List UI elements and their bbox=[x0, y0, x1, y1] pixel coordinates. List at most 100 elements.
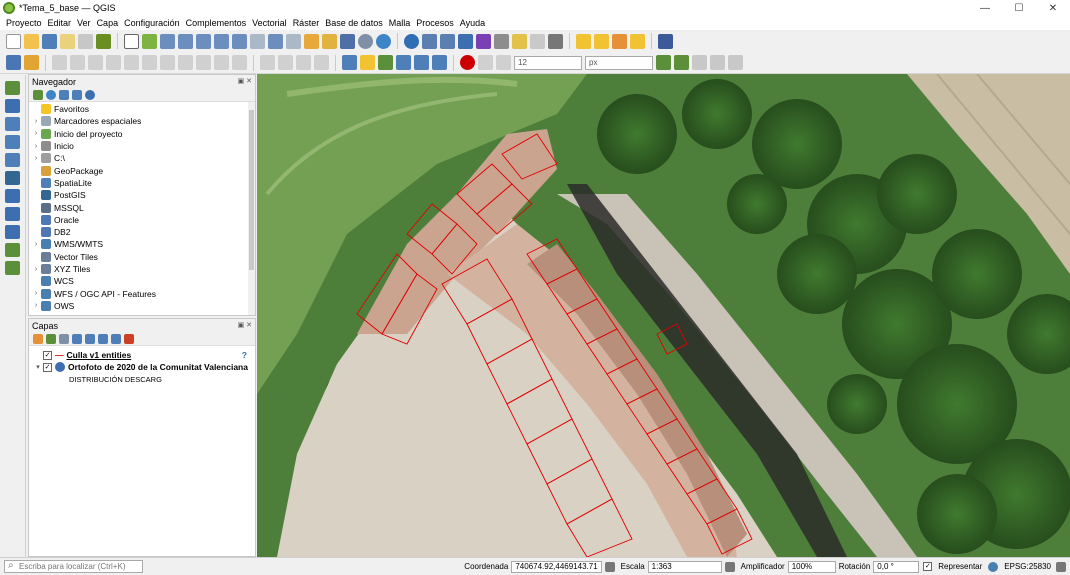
self-snap-icon[interactable] bbox=[710, 55, 725, 70]
collapse-all-icon[interactable] bbox=[72, 89, 82, 100]
save-edits-icon[interactable] bbox=[88, 55, 103, 70]
layer-visibility-checkbox[interactable]: ✓ bbox=[43, 350, 52, 360]
deselect-icon[interactable] bbox=[612, 33, 627, 49]
expand-all-icon[interactable] bbox=[98, 333, 108, 344]
new-project-icon[interactable] bbox=[6, 33, 21, 49]
edit-pencil-icon[interactable] bbox=[52, 55, 67, 70]
add-wms-icon[interactable] bbox=[5, 189, 20, 203]
scale-field[interactable]: 1:363 bbox=[647, 560, 722, 573]
expand-chevron-icon[interactable]: › bbox=[31, 143, 41, 150]
processing-toolbox-icon[interactable] bbox=[458, 33, 473, 49]
layer-visibility-checkbox[interactable]: ✓ bbox=[43, 362, 52, 372]
statistical-summary-icon[interactable] bbox=[476, 33, 491, 49]
filter-expression-icon[interactable] bbox=[85, 333, 95, 344]
browser-item[interactable]: WCS bbox=[31, 275, 255, 287]
menu-configuracion[interactable]: Configuración bbox=[121, 18, 183, 28]
layer-row[interactable]: ▾ ✓ Ortofoto de 2020 de la Comunitat Val… bbox=[29, 361, 255, 373]
filter-legend-icon[interactable] bbox=[72, 333, 82, 344]
layer-name[interactable]: Culla v1 entities bbox=[67, 350, 132, 360]
field-calculator-icon[interactable] bbox=[440, 33, 455, 49]
help-icon[interactable] bbox=[658, 33, 673, 49]
toggle-editing-icon[interactable] bbox=[70, 55, 85, 70]
remove-layer-icon[interactable] bbox=[124, 333, 134, 344]
menu-ayuda[interactable]: Ayuda bbox=[457, 18, 488, 28]
layer-row[interactable]: ✓ — Culla v1 entities ? bbox=[29, 349, 255, 361]
zoom-selection-icon[interactable] bbox=[214, 33, 229, 49]
browser-item[interactable]: › Inicio del proyecto bbox=[31, 128, 255, 140]
zoom-next-icon[interactable] bbox=[286, 33, 301, 49]
label-rotate-icon[interactable] bbox=[396, 55, 411, 70]
browser-item[interactable]: GeoPackage bbox=[31, 164, 255, 176]
topology-icon[interactable] bbox=[674, 55, 689, 70]
layer-name[interactable]: Ortofoto de 2020 de la Comunitat Valenci… bbox=[68, 362, 248, 372]
browser-item[interactable]: PostGIS bbox=[31, 189, 255, 201]
menu-procesos[interactable]: Procesos bbox=[413, 18, 457, 28]
menu-ver[interactable]: Ver bbox=[74, 18, 94, 28]
new-shapefile-icon[interactable] bbox=[5, 261, 20, 275]
data-source-manager-icon[interactable] bbox=[6, 55, 21, 70]
map-tips-icon[interactable] bbox=[512, 33, 527, 49]
browser-item[interactable]: › OWS bbox=[31, 300, 255, 312]
open-project-icon[interactable] bbox=[24, 33, 39, 49]
zoom-native-icon[interactable] bbox=[250, 33, 265, 49]
collapse-chevron-icon[interactable]: ▾ bbox=[33, 363, 43, 371]
add-selected-layers-icon[interactable] bbox=[33, 89, 43, 100]
browser-item[interactable]: DB2 bbox=[31, 226, 255, 238]
digitize-circle-icon[interactable] bbox=[278, 55, 293, 70]
expand-chevron-icon[interactable]: › bbox=[31, 118, 41, 125]
menu-raster[interactable]: Ráster bbox=[290, 18, 323, 28]
expand-chevron-icon[interactable]: › bbox=[31, 241, 41, 248]
copy-features-icon[interactable] bbox=[178, 55, 193, 70]
delete-selected-icon[interactable] bbox=[142, 55, 157, 70]
manage-themes-icon[interactable] bbox=[59, 333, 69, 344]
layout-manager-icon[interactable] bbox=[78, 33, 93, 49]
select-features-icon[interactable] bbox=[576, 33, 591, 49]
filter-browser-icon[interactable] bbox=[59, 89, 69, 100]
menu-editar[interactable]: Editar bbox=[45, 18, 75, 28]
new-map-view-icon[interactable] bbox=[304, 33, 319, 49]
browser-item[interactable]: › Inicio bbox=[31, 140, 255, 152]
select-location-icon[interactable] bbox=[630, 33, 645, 49]
zoom-last-icon[interactable] bbox=[268, 33, 283, 49]
add-virtual-layer-icon[interactable] bbox=[5, 243, 20, 257]
rotation-field[interactable]: 0,0 ° bbox=[873, 560, 920, 573]
add-wcs-icon[interactable] bbox=[5, 207, 20, 221]
annotation-icon[interactable] bbox=[530, 33, 545, 49]
browser-scrollbar[interactable] bbox=[248, 102, 255, 315]
browser-item[interactable]: Oracle bbox=[31, 214, 255, 226]
text-annotation-icon[interactable] bbox=[548, 33, 563, 49]
snapping-icon[interactable] bbox=[478, 55, 493, 70]
add-wfs-icon[interactable] bbox=[5, 225, 20, 239]
properties-widget-icon[interactable] bbox=[85, 89, 95, 100]
show-bookmarks-icon[interactable] bbox=[340, 33, 355, 49]
add-group-icon[interactable] bbox=[46, 333, 56, 344]
diagram-tool-icon[interactable] bbox=[432, 55, 447, 70]
expand-chevron-icon[interactable]: › bbox=[31, 266, 41, 273]
refresh-icon[interactable] bbox=[376, 33, 391, 49]
expand-chevron-icon[interactable]: › bbox=[31, 130, 41, 137]
magnifier-field[interactable]: 100% bbox=[787, 560, 836, 573]
menu-capa[interactable]: Capa bbox=[94, 18, 122, 28]
coordinate-field[interactable]: 740674.92,4469143.71 bbox=[511, 560, 602, 573]
open-styling-icon[interactable] bbox=[33, 333, 43, 344]
toggle-extents-icon[interactable] bbox=[604, 561, 615, 572]
layer-help-icon[interactable]: ? bbox=[242, 350, 247, 360]
zoom-layer-icon[interactable] bbox=[232, 33, 247, 49]
browser-item[interactable]: MSSQL bbox=[31, 201, 255, 213]
add-postgis-icon[interactable] bbox=[5, 171, 20, 185]
unit-select[interactable]: px bbox=[585, 55, 653, 70]
browser-item[interactable]: Vector Tiles bbox=[31, 251, 255, 263]
locator-search-input[interactable]: Escriba para localizar (Ctrl+K) bbox=[4, 560, 143, 573]
browser-item[interactable]: › C:\ bbox=[31, 152, 255, 164]
menu-complementos[interactable]: Complementos bbox=[183, 18, 250, 28]
identify-features-icon[interactable] bbox=[404, 33, 419, 49]
pan-icon[interactable] bbox=[124, 33, 139, 49]
panel-float-close-icons[interactable]: ▣ ✕ bbox=[238, 321, 252, 329]
style-manager-icon[interactable] bbox=[96, 33, 111, 49]
maximize-button[interactable]: ☐ bbox=[1002, 0, 1036, 16]
lock-scale-icon[interactable] bbox=[724, 561, 735, 572]
add-delimited-text-icon[interactable] bbox=[5, 135, 20, 149]
python-console-icon[interactable] bbox=[24, 55, 39, 70]
zoom-in-icon[interactable] bbox=[160, 33, 175, 49]
add-spatialite-icon[interactable] bbox=[5, 153, 20, 167]
